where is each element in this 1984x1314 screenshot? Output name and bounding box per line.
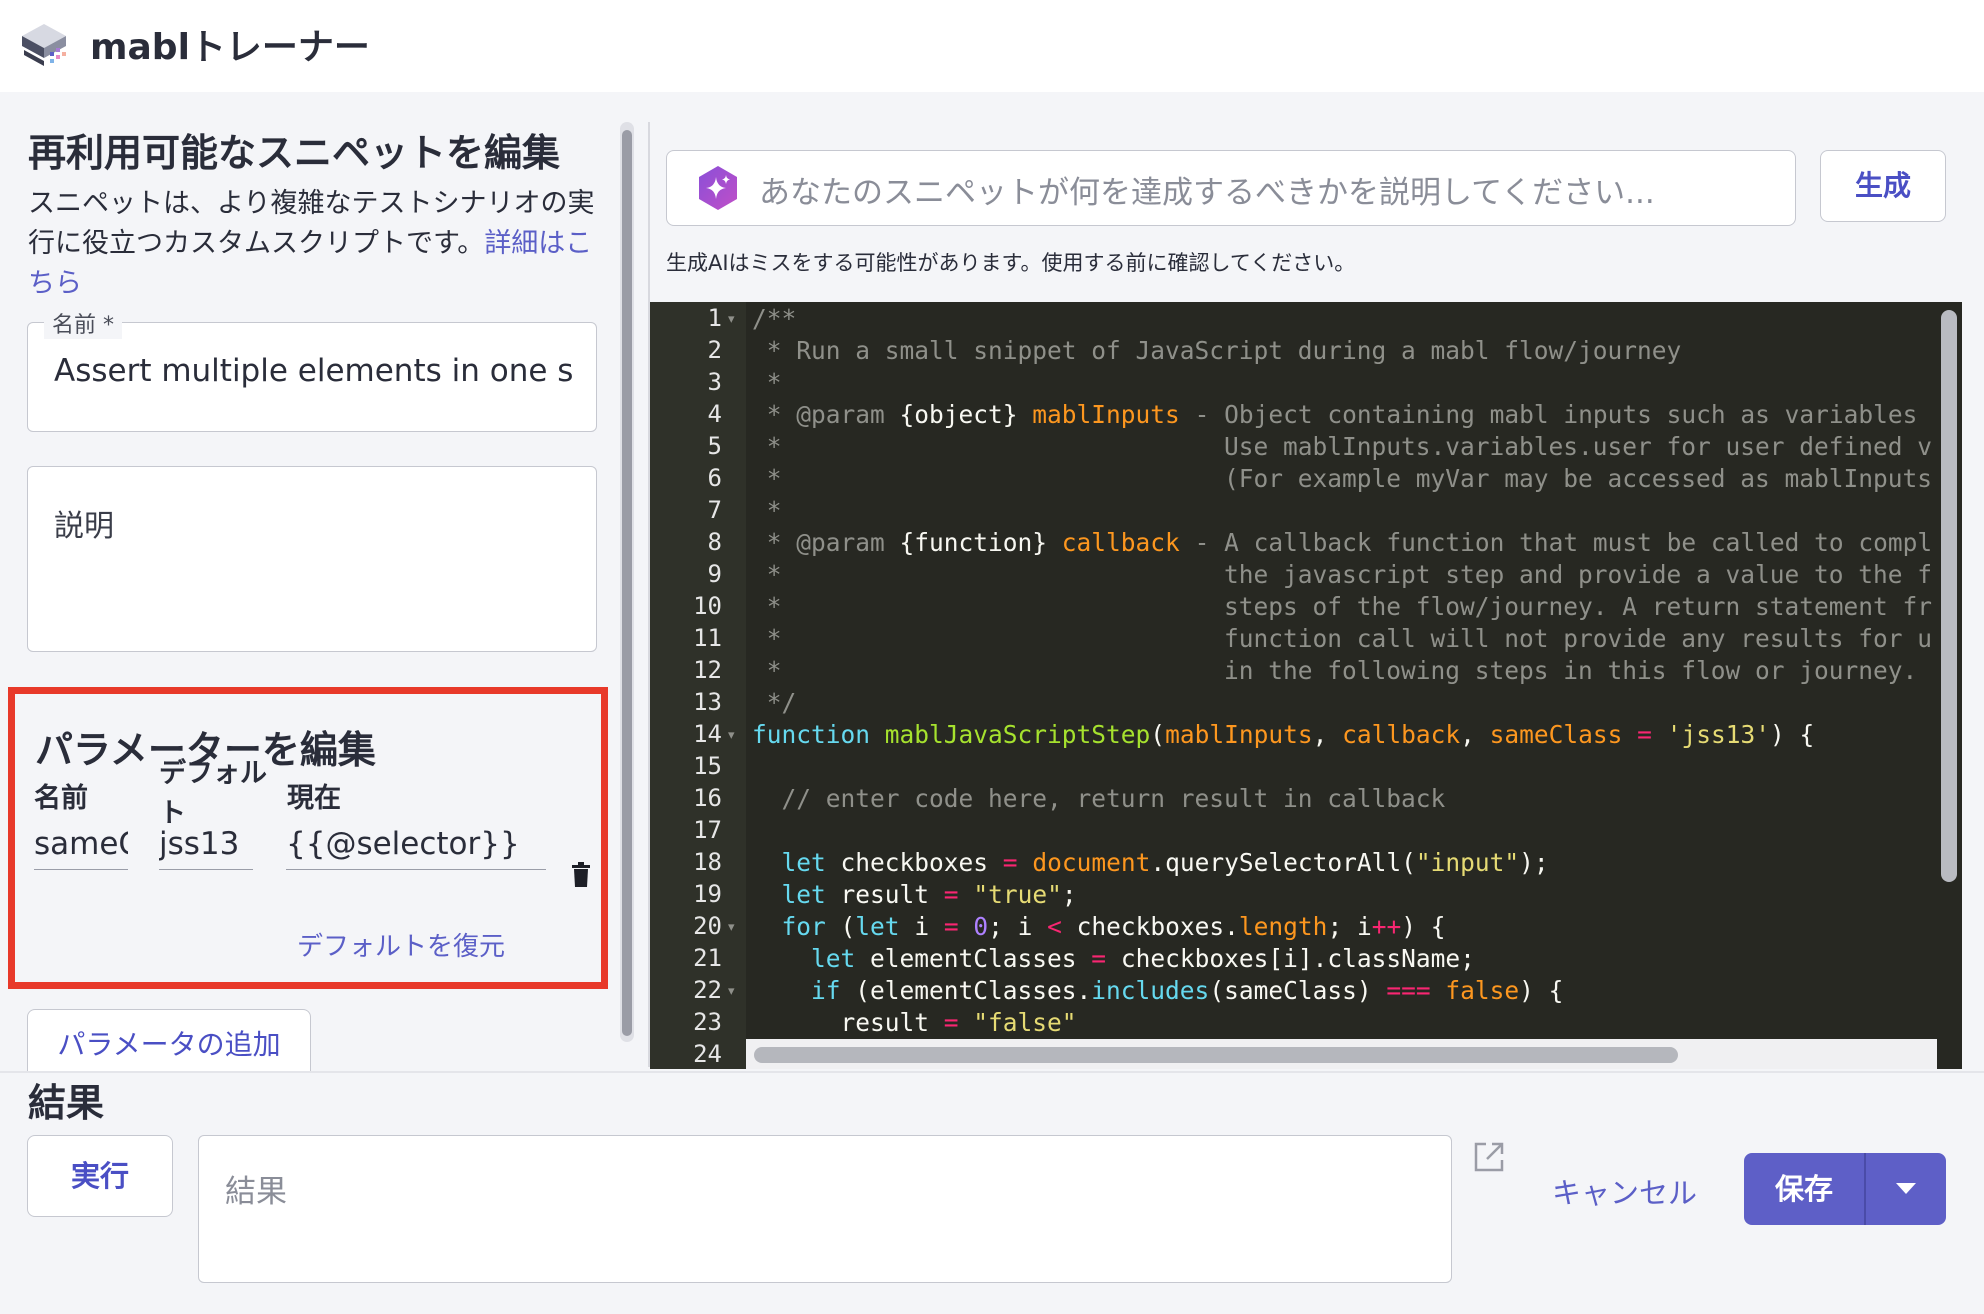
code-line: * Use mablInputs.variables.user for user… (752, 432, 1932, 461)
add-parameter-button[interactable]: パラメータの追加 (27, 1009, 311, 1072)
line-number: 3 (707, 368, 722, 396)
code-line: let checkboxes = document.querySelectorA… (781, 848, 1549, 877)
code-line: // enter code here, return result in cal… (752, 784, 1446, 813)
fold-arrow-icon[interactable]: ▾ (728, 728, 735, 743)
title-bar: mablトレーナー (0, 0, 1984, 92)
code-line: if (elementClasses.includes(sameClass) =… (811, 976, 1564, 1005)
code-line: for (let i = 0; i < checkboxes.length; i… (781, 912, 1446, 941)
line-number: 24 (693, 1040, 722, 1068)
code-line: * function call will not provide any res… (752, 624, 1932, 653)
code-line: */ (752, 688, 797, 717)
editor-vertical-scrollbar-thumb[interactable] (1941, 310, 1957, 882)
param-default-input[interactable]: jss13 (159, 819, 253, 870)
ai-prompt-placeholder: あなたのスニペットが何を達成するべきかを説明してください... (759, 175, 1655, 211)
ai-disclaimer: 生成AIはミスをする可能性があります。使用する前に確認してください。 (666, 251, 1356, 275)
code-editor[interactable]: 1 ▾ 2 3 4 5 6 7 8 9 10 11 12 13 14 ▾ 15 … (650, 302, 1962, 1069)
line-number: 15 (693, 752, 722, 780)
param-current-input[interactable]: {{@selector}} (286, 819, 546, 870)
open-external-icon[interactable] (1472, 1140, 1506, 1174)
mabl-logo-icon (22, 24, 66, 66)
line-number: 13 (693, 688, 722, 716)
name-input[interactable]: Assert multiple elements in one step (54, 353, 574, 389)
code-line: * Run a small snippet of JavaScript duri… (752, 336, 1682, 365)
fold-arrow-icon[interactable]: ▾ (728, 984, 735, 999)
name-field[interactable]: 名前 * Assert multiple elements in one ste… (27, 307, 597, 432)
line-number-gutter: 1 ▾ 2 3 4 5 6 7 8 9 10 11 12 13 14 ▾ 15 … (650, 302, 746, 1069)
code-line: * steps of the flow/journey. A return st… (752, 592, 1932, 621)
line-number: 11 (693, 624, 722, 652)
save-split-button[interactable]: 保存 (1744, 1153, 1946, 1225)
code-line: * @param {function} callback - A callbac… (752, 528, 1932, 557)
line-number: 21 (693, 944, 722, 972)
line-number: 4 (707, 400, 722, 428)
code-line: result = "false" (752, 1008, 1077, 1037)
results-placeholder: 結果 (225, 1174, 287, 1210)
code-line: * @param {object} mablInputs - Object co… (752, 400, 1918, 429)
restore-default-link[interactable]: デフォルトを復元 (297, 926, 505, 963)
code-line: /** (752, 304, 797, 333)
line-number: 16 (693, 784, 722, 812)
line-number: 9 (707, 560, 722, 588)
line-number: 8 (707, 528, 722, 556)
code-line: * (752, 496, 782, 525)
snippet-description-text: スニペットは、より複雑なテストシナリオの実行に役立つカスタムスクリプトです。詳細… (28, 184, 598, 304)
line-number: 12 (693, 656, 722, 684)
edit-parameters-section: パラメーターを編集 名前 デフォルト 現在 sameClass jss13 {{… (8, 687, 608, 989)
line-number: 23 (693, 1008, 722, 1036)
page-title: 再利用可能なスニペットを編集 (28, 131, 561, 175)
results-heading: 結果 (28, 1081, 105, 1125)
editor-horizontal-scrollbar-thumb[interactable] (754, 1047, 1678, 1063)
line-number: 5 (707, 432, 722, 460)
ai-sparkle-icon (699, 166, 737, 210)
column-current-header: 現在 (287, 783, 341, 814)
app-title: mablトレーナー (90, 27, 370, 68)
line-number: 17 (693, 816, 722, 844)
line-number: 20 (693, 912, 722, 940)
code-line: * (752, 368, 782, 397)
results-divider (0, 1071, 1984, 1073)
line-number: 6 (707, 464, 722, 492)
code-line: function mablJavaScriptStep(mablInputs, … (752, 720, 1815, 749)
left-panel-scrollbar-thumb[interactable] (622, 130, 632, 1036)
line-number: 14 (693, 720, 722, 748)
run-button[interactable]: 実行 (27, 1135, 173, 1217)
fold-arrow-icon[interactable]: ▾ (728, 920, 735, 935)
fold-arrow-icon[interactable]: ▾ (728, 312, 735, 327)
line-number: 18 (693, 848, 722, 876)
cancel-button[interactable]: キャンセル (1552, 1170, 1697, 1212)
code-line: let result = "true"; (781, 880, 1077, 909)
generate-button[interactable]: 生成 (1820, 150, 1946, 222)
column-name-header: 名前 (34, 783, 88, 814)
save-button[interactable]: 保存 (1744, 1153, 1864, 1225)
description-field[interactable]: 説明 (27, 466, 597, 652)
code-text[interactable]: /** * Run a small snippet of JavaScript … (752, 302, 1932, 1069)
line-number: 10 (693, 592, 722, 620)
trash-icon[interactable] (570, 862, 592, 888)
save-split-divider (1864, 1153, 1866, 1225)
code-line: * in the following steps in this flow or… (752, 656, 1918, 685)
line-number: 22 (693, 976, 722, 1004)
code-line: let elementClasses = checkboxes[i].class… (811, 944, 1475, 973)
line-number: 2 (707, 336, 722, 364)
line-number: 1 (707, 304, 722, 332)
ai-prompt-input[interactable]: あなたのスニペットが何を達成するべきかを説明してください... (666, 150, 1796, 226)
line-number: 19 (693, 880, 722, 908)
code-line: * (For example myVar may be accessed as … (766, 464, 1932, 493)
code-line: * the javascript step and provide a valu… (752, 560, 1932, 589)
snippet-editor-panel: 再利用可能なスニペットを編集 スニペットは、より複雑なテストシナリオの実行に役立… (0, 92, 610, 1072)
description-input[interactable]: 説明 (54, 501, 114, 545)
results-output[interactable]: 結果 (198, 1135, 1452, 1283)
param-name-input[interactable]: sameClass (34, 819, 128, 870)
name-field-label: 名前 * (44, 307, 122, 339)
line-number: 7 (707, 496, 722, 524)
chevron-down-icon[interactable] (1896, 1183, 1916, 1194)
